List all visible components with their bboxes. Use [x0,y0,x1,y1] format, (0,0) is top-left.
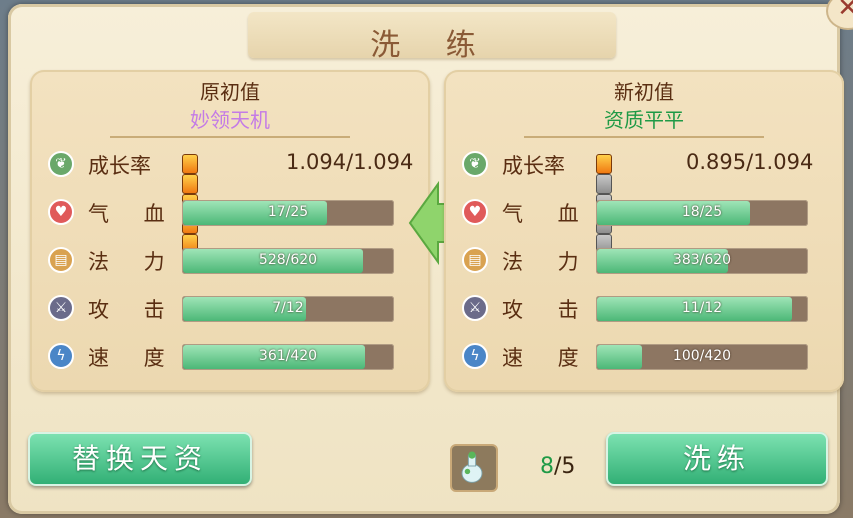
stat-bar: 383/620 [596,248,808,274]
lightning-icon: ϟ [462,343,488,369]
stat-bar: 18/25 [596,200,808,226]
stat-value: 528/620 [258,252,318,268]
original-heading: 原初值 [200,80,260,104]
scroll-icon: ▤ [48,247,74,273]
scroll-icon: ▤ [462,247,488,273]
close-button[interactable]: ✕ [826,0,853,30]
replace-aptitude-button[interactable]: 替换天资 [28,432,252,486]
stat-value: 100/420 [672,348,732,364]
new-heading: 新初值 [614,80,674,104]
stat-bar: 100/420 [596,344,808,370]
stat-label: 法 力 [88,250,179,274]
stat-bar: 17/25 [182,200,394,226]
growth-gem [182,154,198,174]
refine-button[interactable]: 洗练 [606,432,828,486]
new-stats-panel: 新初值 资质平平 ❦ 成长率 0.895/1.094 ♥ 气 血 18/25 ▤… [444,70,844,392]
item-count-total: 5 [561,454,576,479]
growth-value: 1.094/1.094 [286,150,414,174]
stat-label: 气 血 [502,202,593,226]
divider [110,136,350,138]
growth-icon: ❦ [462,151,488,177]
original-quality: 妙领天机 [190,108,270,132]
stat-value: 17/25 [267,204,309,220]
stat-value: 11/12 [681,300,723,316]
growth-label: 成长率 [88,154,151,178]
sword-icon: ⚔ [462,295,488,321]
sword-icon: ⚔ [48,295,74,321]
stat-label: 气 血 [88,202,179,226]
original-stats-panel: 原初值 妙领天机 ❦ 成长率 1.094/1.094 ♥ 气 血 17/25 ▤… [30,70,430,392]
stat-value: 361/420 [258,348,318,364]
refine-item-slot[interactable] [450,444,498,492]
stat-label: 速 度 [88,346,179,370]
stat-label: 攻 击 [502,298,593,322]
close-icon: ✕ [837,0,853,23]
heart-icon: ♥ [48,199,74,225]
potion-vase-icon [461,451,483,483]
stat-value: 7/12 [272,300,304,316]
growth-value: 0.895/1.094 [686,150,814,174]
stat-bar: 528/620 [182,248,394,274]
growth-label: 成长率 [502,154,565,178]
refine-dialog: 洗 练 ✕ 原初值 妙领天机 ❦ 成长率 1.094/1.094 ♥ 气 血 1… [8,0,853,514]
divider [524,136,764,138]
growth-icon: ❦ [48,151,74,177]
stat-bar: 7/12 [182,296,394,322]
stat-label: 攻 击 [88,298,179,322]
new-quality: 资质平平 [604,108,684,132]
heart-icon: ♥ [462,199,488,225]
growth-gem [182,174,198,194]
stat-bar: 361/420 [182,344,394,370]
lightning-icon: ϟ [48,343,74,369]
stat-label: 速 度 [502,346,593,370]
growth-gem [596,154,612,174]
stat-value: 383/620 [672,252,732,268]
item-count: 8/5 [540,454,575,479]
dialog-title: 洗 练 [370,28,494,63]
stat-bar: 11/12 [596,296,808,322]
title-banner: 洗 练 [248,12,616,63]
item-count-current: 8 [540,454,554,479]
stat-label: 法 力 [502,250,593,274]
stat-value: 18/25 [681,204,723,220]
growth-gem [596,174,612,194]
